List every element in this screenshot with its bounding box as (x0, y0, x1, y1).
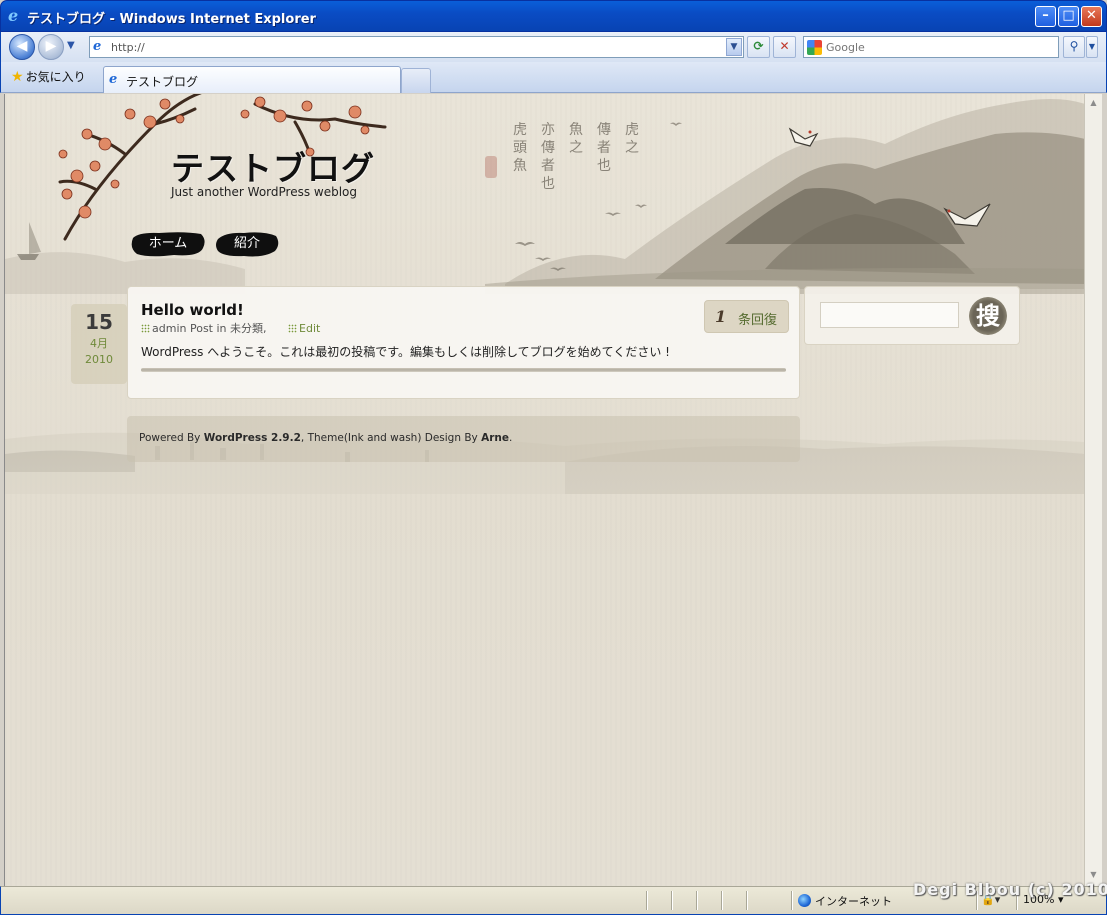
maximize-button[interactable]: □ (1058, 6, 1079, 27)
close-button[interactable]: ✕ (1081, 6, 1102, 27)
svg-text:頭: 頭 (513, 140, 527, 156)
tab-bar: ★ お気に入り e テストブログ (0, 62, 1107, 93)
search-options-dropdown-icon[interactable]: ▼ (1086, 36, 1098, 58)
comment-count: 1 (715, 307, 727, 326)
page-viewport: 虎之 傳者也 魚之 亦傳者也 虎頭魚 テストブログ Just another W… (4, 94, 1084, 886)
footer-wordpress-link[interactable]: WordPress 2.9.2 (204, 432, 301, 444)
svg-text:虎: 虎 (513, 122, 527, 138)
url-input[interactable] (111, 39, 721, 55)
post-body: WordPress へようこそ。これは最初の投稿です。編集もしくは削除してブログ… (141, 345, 670, 359)
title-bar: e テストブログ - Windows Internet Explorer – □… (0, 0, 1107, 32)
star-icon: ★ (11, 69, 24, 85)
refresh-button[interactable]: ⟳ (747, 36, 770, 58)
tab-label: テストブログ (126, 75, 199, 89)
site-title[interactable]: テストブログ (171, 142, 375, 190)
post-title[interactable]: Hello world! (141, 301, 244, 319)
google-icon (807, 40, 822, 55)
svg-text:魚: 魚 (513, 158, 527, 174)
post-category[interactable]: 未分類 (230, 322, 263, 335)
post-category-sep: , (263, 322, 267, 335)
post-card: Hello world! admin Post in 未分類, Edit Wor… (127, 286, 800, 399)
comment-label: 条回復 (738, 313, 778, 328)
sidebar-search-widget: 搜 (804, 286, 1020, 345)
post-author[interactable]: admin (152, 322, 186, 335)
nav-item-about-label: 紹介 (233, 236, 260, 251)
edit-dots-icon (288, 324, 298, 333)
post-meta: admin Post in 未分類, Edit (141, 320, 320, 336)
favorites-label: お気に入り (25, 70, 86, 84)
site-footer: Powered By WordPress 2.9.2, Theme(Ink an… (127, 416, 800, 462)
ie-logo-icon: e (8, 6, 19, 25)
minimize-button[interactable]: – (1035, 6, 1056, 27)
post-edit-link[interactable]: Edit (299, 322, 320, 335)
status-separator (646, 891, 647, 910)
svg-text:也: 也 (541, 176, 555, 192)
watermark: Degi Blbou (c) 2010 (913, 880, 1107, 899)
post-in-label: Post in (189, 322, 227, 335)
footer-theme: , Theme(Ink and wash) Design By (300, 432, 478, 444)
status-separator (746, 891, 747, 910)
globe-icon (798, 894, 811, 907)
vertical-scrollbar[interactable]: ▲ ▼ (1084, 94, 1102, 886)
nav-item-home-label: ホーム (148, 236, 188, 251)
nav-item-home[interactable]: ホーム (129, 230, 207, 258)
security-zone-label: インターネット (815, 895, 892, 908)
svg-text:之: 之 (569, 140, 583, 156)
footer-powered-by: Powered By (139, 432, 201, 444)
forward-button[interactable]: ▶ (38, 34, 64, 60)
svg-text:傳: 傳 (597, 122, 611, 138)
search-go-button[interactable]: ⚲ (1063, 36, 1085, 58)
window-title: テストブログ - Windows Internet Explorer (27, 12, 316, 27)
svg-text:者: 者 (597, 140, 611, 156)
site-tagline: Just another WordPress weblog (171, 185, 358, 199)
status-separator (696, 891, 697, 910)
meta-dots-icon (141, 324, 150, 333)
recent-pages-dropdown-icon[interactable]: ▼ (67, 40, 75, 51)
search-field[interactable] (803, 36, 1059, 58)
address-dropdown-icon[interactable]: ▼ (726, 38, 742, 56)
scroll-up-icon[interactable]: ▲ (1087, 96, 1100, 110)
svg-text:虎: 虎 (625, 122, 639, 138)
page-icon: e (93, 39, 102, 54)
comment-count-button[interactable]: 1 条回復 (704, 300, 789, 333)
status-separator (671, 891, 672, 910)
svg-text:魚: 魚 (569, 122, 583, 138)
stop-button[interactable]: ✕ (773, 36, 796, 58)
favorites-button[interactable]: ★ お気に入り (11, 68, 86, 85)
address-bar-row: ◀ ▶ ▼ e ▼ ⟳ ✕ ⚲ ▼ (0, 32, 1107, 62)
status-separator (721, 891, 722, 910)
sidebar-search-input[interactable] (820, 302, 959, 328)
status-separator (791, 891, 792, 910)
security-zone[interactable]: インターネット (798, 893, 892, 909)
svg-text:之: 之 (625, 140, 639, 156)
footer-designer-link[interactable]: Arne (481, 432, 509, 444)
post-date-month: 4月 (90, 337, 108, 350)
address-field[interactable]: e ▼ (89, 36, 744, 58)
new-tab-button[interactable] (401, 68, 431, 93)
post-date-badge: 15 4月 2010 (71, 304, 127, 384)
svg-text:也: 也 (597, 158, 611, 174)
svg-text:者: 者 (541, 158, 555, 174)
back-button[interactable]: ◀ (9, 34, 35, 60)
post-date-day: 15 (85, 310, 113, 334)
svg-text:傳: 傳 (541, 140, 555, 156)
sidebar-search-button[interactable]: 搜 (969, 297, 1007, 335)
tab-active[interactable]: e テストブログ (103, 66, 401, 93)
post-date-year: 2010 (85, 353, 113, 366)
post-divider (141, 368, 786, 372)
footer-end: . (509, 432, 513, 444)
nav-item-about[interactable]: 紹介 (214, 230, 280, 258)
search-input[interactable] (826, 39, 1052, 55)
footer-text: Powered By WordPress 2.9.2, Theme(Ink an… (139, 432, 512, 444)
tab-ie-icon: e (109, 72, 118, 87)
svg-text:亦: 亦 (541, 122, 555, 138)
